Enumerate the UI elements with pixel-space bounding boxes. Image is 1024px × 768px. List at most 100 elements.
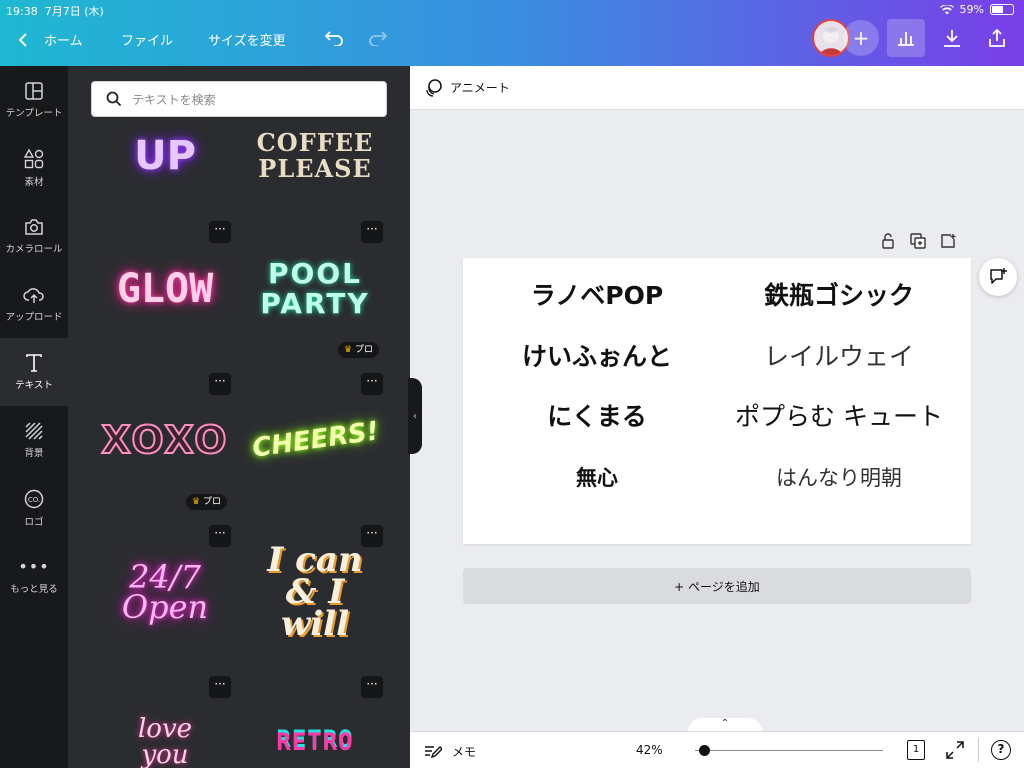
notes-icon [425, 745, 442, 758]
text-style-tile[interactable]: love you [90, 692, 240, 768]
text-style-tile[interactable]: 24/7 Open [90, 542, 240, 642]
sidebar-item-label: テンプレート [5, 107, 63, 119]
sidebar-item-uploads[interactable]: アップロード [0, 270, 68, 338]
sidebar-item-text[interactable]: テキスト [0, 338, 68, 406]
help-button[interactable]: ? [991, 740, 1011, 760]
text-icon [26, 353, 42, 372]
home-label: ホーム [44, 34, 83, 49]
divider [978, 738, 979, 762]
chevron-left-icon [18, 32, 27, 47]
redo-button[interactable] [366, 27, 390, 49]
shapes-icon [24, 148, 44, 168]
duplicate-page-icon[interactable] [910, 233, 926, 249]
top-toolbar: 19:38 7月7日 (木) 59% ホーム ファイル サイズを変更 + [0, 0, 1024, 66]
download-button[interactable] [936, 22, 968, 54]
font-sample-text[interactable]: 鉄瓶ゴシック [764, 276, 914, 312]
share-icon [989, 29, 1005, 47]
editor-toolbar: アニメート [410, 66, 1024, 110]
bar-chart-icon [898, 32, 914, 46]
search-placeholder: テキストを検索 [132, 92, 216, 107]
comment-plus-icon [990, 268, 1007, 284]
fullscreen-button[interactable] [946, 741, 964, 762]
text-style-tile[interactable]: RETRO [240, 692, 390, 768]
sidebar-item-logo[interactable]: CO. ロゴ [0, 474, 68, 542]
sidebar-item-camera-roll[interactable]: カメラロール [0, 202, 68, 270]
lock-icon[interactable] [880, 233, 896, 249]
search-icon [106, 91, 122, 107]
page-tools [880, 233, 956, 249]
text-style-tile[interactable]: POOL PARTY [240, 239, 390, 339]
download-icon [944, 30, 960, 47]
battery-icon [990, 4, 1014, 15]
text-styles-panel: UP COFFEE PLEASE ··· ··· GLOW POOL PARTY… [68, 66, 410, 768]
sidebar-item-label: カメラロール [5, 243, 63, 255]
help-icon: ? [997, 742, 1005, 756]
add-page-icon[interactable] [940, 233, 956, 249]
animate-button[interactable]: アニメート [450, 79, 510, 96]
sidebar-item-label: ロゴ [24, 516, 44, 528]
font-sample-text[interactable]: はんなり明朝 [776, 462, 902, 492]
page-count-button[interactable]: 1 [907, 740, 925, 760]
logo-icon: CO. [24, 489, 44, 508]
font-sample-text[interactable]: ラノベPOP [531, 276, 663, 312]
undo-icon [324, 31, 343, 46]
wifi-icon [939, 4, 954, 14]
svg-text:CO.: CO. [28, 496, 40, 504]
camera-icon [25, 218, 43, 235]
status-bar: 19:38 7月7日 (木) 59% [0, 0, 1024, 18]
font-sample-text[interactable]: レイルウェイ [764, 337, 914, 373]
zoom-slider-track[interactable] [695, 750, 883, 751]
resize-button[interactable]: サイズを変更 [208, 30, 286, 49]
add-page-button[interactable]: + ページを追加 [463, 568, 971, 604]
sidebar-item-label: 素材 [24, 176, 44, 188]
pro-badge: ♛ プロ [338, 342, 379, 358]
insights-button[interactable] [887, 19, 925, 57]
font-sample-text[interactable]: けいふぉんと [522, 337, 672, 373]
font-sample-text[interactable]: にくまる [547, 397, 647, 433]
status-date: 7月7日 (木) [44, 5, 104, 18]
sidebar: テンプレート 素材 カメラロール アップロード テキスト 背景 CO. ロゴ •… [0, 66, 68, 768]
crown-icon: ♛ [344, 345, 353, 355]
sidebar-item-label: 背景 [24, 447, 44, 459]
font-sample-text[interactable]: ポプらむ キュート [735, 397, 943, 433]
home-button[interactable]: ホーム [18, 30, 83, 49]
design-page[interactable]: ラノベPOP 鉄瓶ゴシック けいふぉんと レイルウェイ にくまる ポプらむ キュ… [463, 258, 971, 544]
cloud-upload-icon [23, 287, 44, 303]
redo-icon [369, 31, 388, 46]
collapse-panel-button[interactable]: ‹ [408, 378, 422, 454]
text-style-tile[interactable]: UP [90, 106, 240, 206]
file-menu-button[interactable]: ファイル [121, 30, 173, 49]
sidebar-item-more[interactable]: ••• もっと見る [0, 542, 68, 610]
sidebar-item-templates[interactable]: テンプレート [0, 66, 68, 134]
zoom-slider-thumb[interactable] [699, 745, 711, 756]
expand-icon [946, 741, 964, 759]
sidebar-item-label: テキスト [15, 379, 53, 391]
undo-button[interactable] [322, 27, 346, 49]
sidebar-item-label: もっと見る [10, 584, 58, 595]
bottom-toolbar: メモ 42% 1 ? [410, 731, 1024, 768]
sidebar-item-background[interactable]: 背景 [0, 406, 68, 474]
chevron-up-icon: ⌃ [720, 718, 730, 729]
more-dots-icon: ••• [18, 557, 50, 576]
text-style-tile[interactable]: COFFEE PLEASE [240, 106, 390, 206]
crown-icon: ♛ [192, 497, 201, 507]
text-style-tile[interactable]: I can & I will [240, 542, 390, 642]
share-button[interactable] [981, 22, 1013, 54]
status-time: 19:38 [6, 5, 38, 18]
sidebar-item-label: アップロード [5, 311, 63, 323]
chevron-left-icon: ‹ [413, 410, 417, 422]
template-icon [25, 81, 43, 100]
font-sample-text[interactable]: 無心 [576, 462, 618, 492]
text-style-tile[interactable]: CHEERS! [240, 390, 390, 490]
battery-percent: 59% [959, 3, 984, 16]
text-style-tile[interactable]: XOXO [90, 390, 240, 490]
background-pattern-icon [25, 421, 43, 440]
sidebar-item-elements[interactable]: 素材 [0, 134, 68, 202]
notes-label: メモ [452, 745, 477, 759]
add-comment-button[interactable] [979, 258, 1017, 296]
zoom-level: 42% [636, 743, 663, 757]
text-style-tile[interactable]: GLOW [90, 239, 240, 339]
notes-button[interactable]: メモ [424, 743, 476, 760]
add-collaborator-button[interactable]: + [843, 20, 879, 56]
search-input[interactable]: テキストを検索 [91, 81, 387, 117]
